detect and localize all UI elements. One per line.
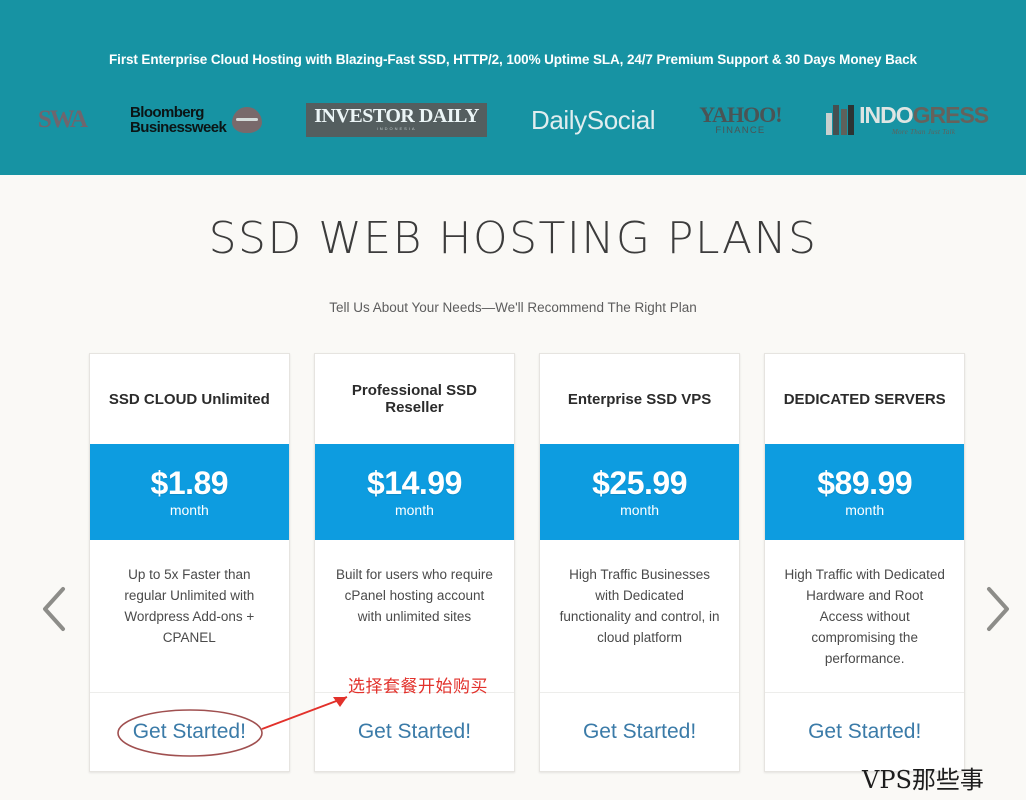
logo-bloomberg-text: Bloomberg Businessweek	[130, 104, 227, 136]
logo-indogress-mark	[825, 105, 855, 135]
plan-price-period: month	[845, 502, 885, 518]
logo-indogress: INDOGRESS More Than Just Talk	[825, 102, 990, 137]
logo-bloomberg-mark	[232, 107, 263, 133]
logo-yahoo-finance: YAHOO! FINANCE	[699, 102, 782, 137]
plan-title: DEDICATED SERVERS	[783, 390, 946, 408]
get-started-button[interactable]: Get Started!	[583, 720, 696, 744]
logo-swa-text: SWA	[37, 106, 88, 133]
plan-footer: Get Started!	[315, 692, 514, 771]
logo-dailysocial-text: DailySocial	[530, 104, 656, 135]
plan-price-period: month	[620, 502, 660, 518]
logo-swa: SWA	[37, 106, 88, 134]
plan-footer: Get Started!	[540, 692, 739, 771]
press-logo-strip: SWA Bloomberg Businessweek INVESTOR DAIL…	[0, 96, 1026, 144]
plan-price: $89.99	[817, 465, 913, 501]
chevron-left-icon	[43, 587, 65, 631]
watermark: VPS那些事	[862, 766, 984, 794]
pricing-card-ssd-cloud-unlimited[interactable]: SSD CLOUD Unlimited $1.89 month Up to 5x…	[89, 353, 290, 772]
plan-title: Professional SSD Reseller	[351, 382, 477, 416]
logo-bloomberg-businessweek: Bloomberg Businessweek	[130, 104, 263, 136]
logo-investor-daily-text: INVESTOR DAILY	[314, 105, 479, 127]
plan-price-band: $1.89 month	[90, 444, 289, 540]
plan-price: $14.99	[367, 465, 462, 501]
logo-bloomberg-line2: Businessweek	[130, 119, 227, 136]
plan-description: Built for users who require cPanel hosti…	[336, 567, 493, 624]
logo-indogress-part1: INDO	[859, 102, 913, 128]
logo-indogress-part2: GRESS	[912, 102, 990, 128]
logo-indogress-word: INDOGRESS	[859, 102, 990, 128]
plan-description: High Traffic Businesses with Dedicated f…	[559, 567, 720, 645]
plan-price: $1.89	[150, 465, 229, 501]
plan-footer: Get Started!	[90, 692, 289, 771]
carousel-prev-button[interactable]	[38, 583, 72, 635]
logo-yahoo-sub: FINANCE	[715, 125, 766, 136]
get-started-button[interactable]: Get Started!	[133, 720, 246, 744]
chevron-right-icon	[987, 587, 1009, 631]
plan-title: SSD CLOUD Unlimited	[108, 390, 270, 408]
pricing-card-dedicated-servers[interactable]: DEDICATED SERVERS $89.99 month High Traf…	[764, 353, 965, 772]
plan-price-band: $14.99 month	[315, 444, 514, 540]
top-promo-banner: First Enterprise Cloud Hosting with Blaz…	[0, 0, 1026, 175]
plan-title: Enterprise SSD VPS	[567, 390, 712, 408]
logo-yahoo-text: YAHOO!	[699, 102, 782, 127]
get-started-button[interactable]: Get Started!	[358, 720, 471, 744]
plan-price-band: $89.99 month	[765, 444, 964, 540]
page-subtitle: Tell Us About Your Needs—We'll Recommend…	[329, 300, 697, 315]
logo-indogress-wordmark: INDOGRESS More Than Just Talk	[859, 102, 990, 137]
pricing-card-professional-ssd-reseller[interactable]: Professional SSD Reseller $14.99 month B…	[314, 353, 515, 772]
plan-price: $25.99	[592, 465, 687, 501]
plan-description: High Traffic with Dedicated Hardware and…	[784, 567, 945, 666]
get-started-button[interactable]: Get Started!	[808, 720, 921, 744]
pricing-card-enterprise-ssd-vps[interactable]: Enterprise SSD VPS $25.99 month High Tra…	[539, 353, 740, 772]
page-title: SSD WEB HOSTING PLANS	[208, 213, 818, 264]
carousel-next-button[interactable]	[980, 583, 1014, 635]
pricing-plan-list: SSD CLOUD Unlimited $1.89 month Up to 5x…	[89, 353, 965, 772]
plan-description: Up to 5x Faster than regular Unlimited w…	[124, 567, 255, 645]
logo-dailysocial: DailySocial	[530, 104, 656, 136]
logo-investor-daily-sub: INDONESIA	[376, 126, 417, 131]
plan-price-period: month	[394, 502, 434, 518]
promo-tagline: First Enterprise Cloud Hosting with Blaz…	[109, 52, 917, 67]
logo-investor-daily: INVESTOR DAILY INDONESIA	[306, 103, 487, 137]
logo-indogress-tagline: More Than Just Talk	[891, 128, 956, 136]
plan-price-band: $25.99 month	[540, 444, 739, 540]
plan-price-period: month	[169, 502, 209, 518]
logo-bloomberg-line1: Bloomberg	[130, 104, 204, 121]
